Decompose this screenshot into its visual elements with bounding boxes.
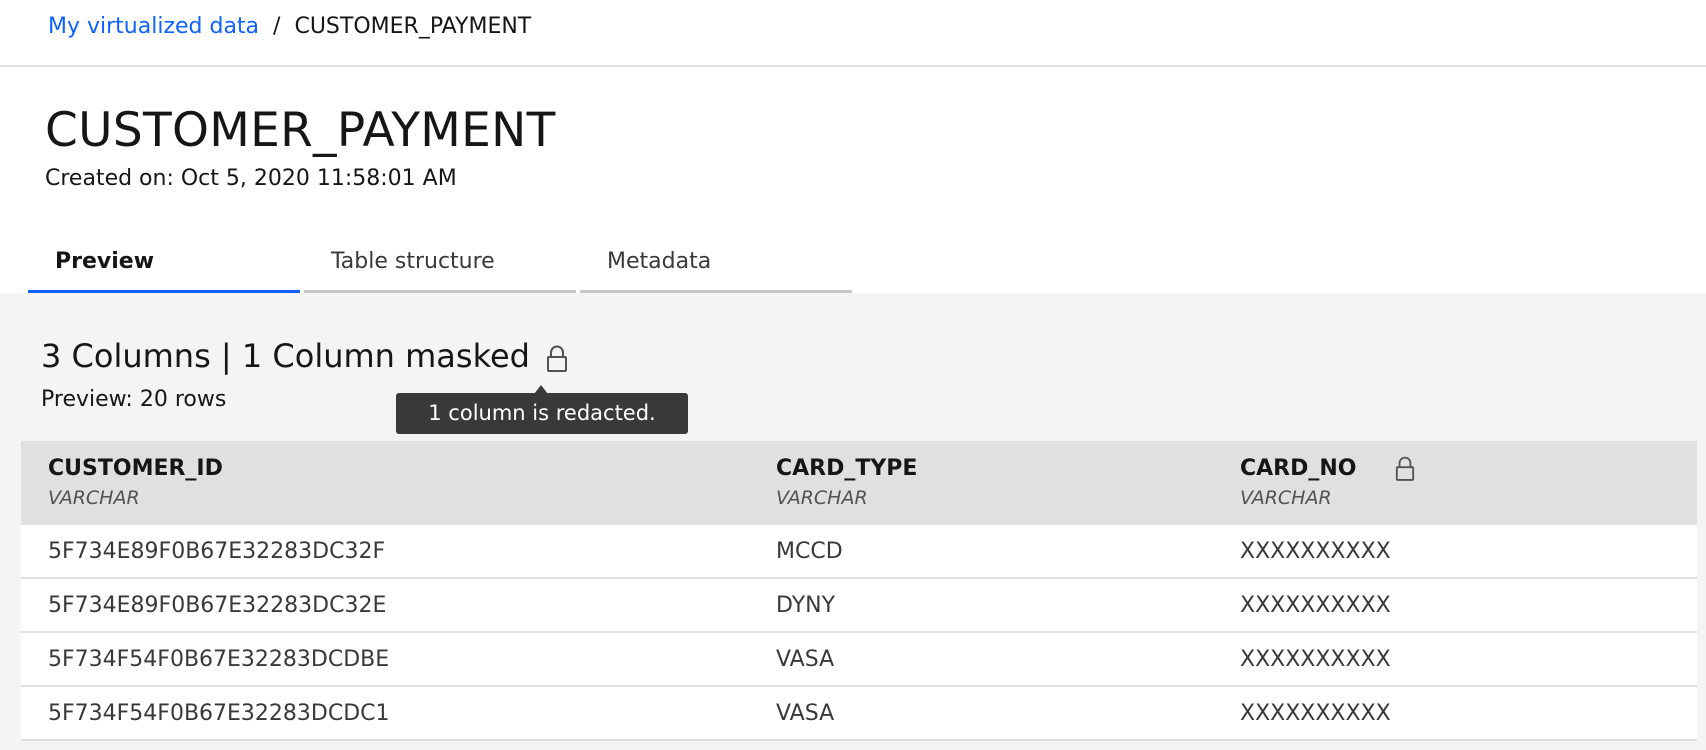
preview-row-count: Preview: 20 rows xyxy=(41,387,227,412)
cell-customer-id: 5F734E89F0B67E32283DC32F xyxy=(48,539,386,564)
cell-card-no: XXXXXXXXXX xyxy=(1240,701,1391,726)
breadcrumb-separator: / xyxy=(273,13,281,39)
cell-card-no: XXXXXXXXXX xyxy=(1240,539,1391,564)
masked-lock-icon xyxy=(1395,456,1415,482)
cell-customer-id: 5F734F54F0B67E32283DCDC1 xyxy=(48,701,390,726)
tab-metadata[interactable]: Metadata xyxy=(580,240,852,293)
breadcrumb-current: CUSTOMER_PAYMENT xyxy=(294,13,532,39)
tab-preview[interactable]: Preview xyxy=(28,240,300,293)
column-summary-text: 3 Columns | 1 Column masked xyxy=(41,337,530,375)
preview-panel: 3 Columns | 1 Column masked Preview: 20 … xyxy=(0,293,1706,750)
column-header-card-type[interactable]: CARD_TYPE VARCHAR xyxy=(776,455,917,511)
table-row[interactable]: 5F734E89F0B67E32283DC32E DYNY XXXXXXXXXX xyxy=(21,579,1697,633)
column-name: CUSTOMER_ID xyxy=(48,456,223,481)
page-title: CUSTOMER_PAYMENT xyxy=(45,103,556,158)
tab-table-structure[interactable]: Table structure xyxy=(304,240,576,293)
lock-icon[interactable] xyxy=(546,342,568,372)
table-row[interactable]: 5F734E89F0B67E32283DC32F MCCD XXXXXXXXXX xyxy=(21,525,1697,579)
column-name: CARD_TYPE xyxy=(776,456,918,481)
table-row[interactable]: 5F734F54F0B67E32283DCDC1 VASA XXXXXXXXXX xyxy=(21,687,1697,741)
header-divider xyxy=(0,65,1706,67)
column-header-card-no[interactable]: CARD_NO VARCHAR xyxy=(1240,455,1415,511)
breadcrumb-link-my-virtualized-data[interactable]: My virtualized data xyxy=(48,14,259,39)
breadcrumb: My virtualized data / CUSTOMER_PAYMENT xyxy=(48,12,531,40)
table-row[interactable]: 5F734F54F0B67E32283DCDBE VASA XXXXXXXXXX xyxy=(21,633,1697,687)
cell-card-type: VASA xyxy=(776,647,835,672)
column-type: VARCHAR xyxy=(48,487,140,509)
cell-card-no: XXXXXXXXXX xyxy=(1240,647,1391,672)
cell-card-no: XXXXXXXXXX xyxy=(1240,593,1391,618)
preview-table: CUSTOMER_ID VARCHAR CARD_TYPE VARCHAR CA… xyxy=(21,441,1697,741)
tab-list: Preview Table structure Metadata xyxy=(28,240,856,293)
column-header-customer-id[interactable]: CUSTOMER_ID VARCHAR xyxy=(48,455,223,511)
column-type: VARCHAR xyxy=(776,487,868,509)
cell-card-type: VASA xyxy=(776,701,835,726)
table-header: CUSTOMER_ID VARCHAR CARD_TYPE VARCHAR CA… xyxy=(21,441,1697,525)
cell-customer-id: 5F734E89F0B67E32283DC32E xyxy=(48,593,387,618)
cell-customer-id: 5F734F54F0B67E32283DCDBE xyxy=(48,647,390,672)
column-summary: 3 Columns | 1 Column masked xyxy=(41,336,568,376)
masked-tooltip: 1 column is redacted. xyxy=(396,393,688,434)
column-name: CARD_NO xyxy=(1240,456,1357,481)
cell-card-type: DYNY xyxy=(776,593,836,618)
cell-card-type: MCCD xyxy=(776,539,843,564)
column-type: VARCHAR xyxy=(1240,487,1332,509)
created-timestamp: Created on: Oct 5, 2020 11:58:01 AM xyxy=(45,166,457,191)
